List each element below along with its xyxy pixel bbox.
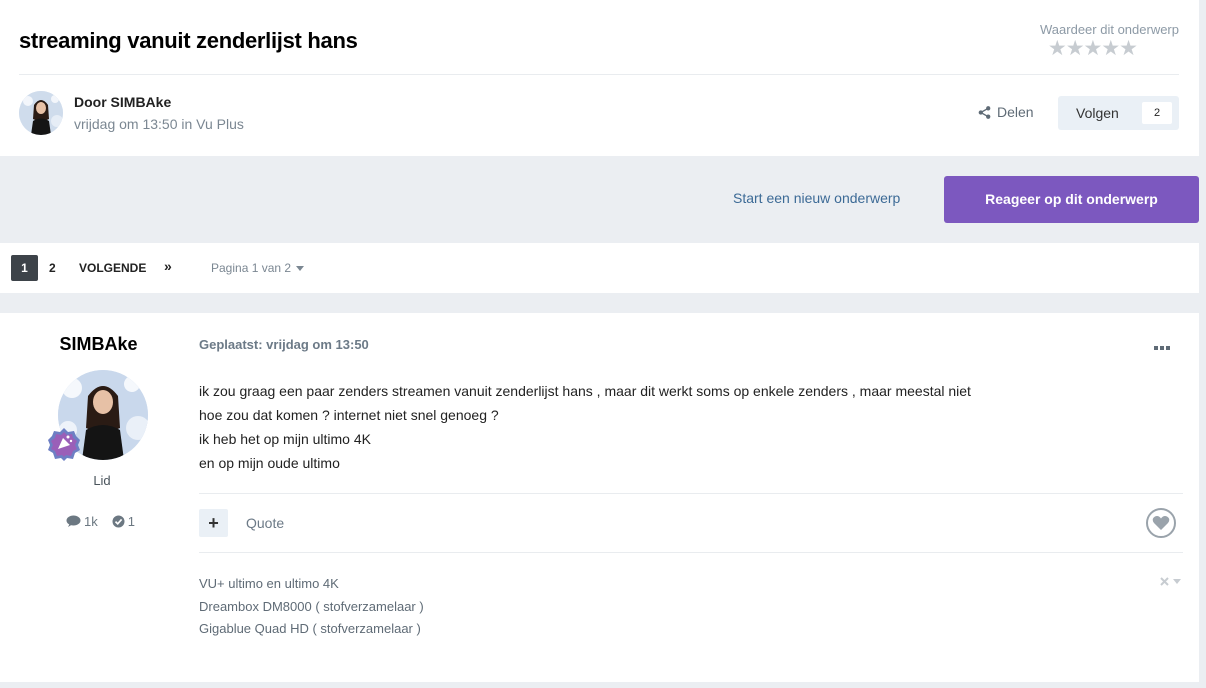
divider xyxy=(199,493,1183,494)
react-button[interactable] xyxy=(1146,508,1176,538)
star-icon[interactable]: ★ xyxy=(1101,38,1120,59)
follow-label: Volgen xyxy=(1076,105,1119,121)
chevron-down-icon xyxy=(296,265,305,271)
rank-badge-icon xyxy=(48,428,80,461)
multiquote-button[interactable]: + xyxy=(199,509,228,537)
post-paragraph: hoe zou dat komen ? internet niet snel g… xyxy=(199,407,499,423)
share-button[interactable]: Delen xyxy=(978,104,1034,120)
ellipsis-icon[interactable] xyxy=(1154,338,1170,354)
post: SIMBAke Lid 1k 1 Geplaatst: vrijdag om 1… xyxy=(0,313,1199,682)
last-page-link[interactable]: » xyxy=(164,258,172,274)
more-options-dots xyxy=(1154,346,1170,350)
quote-button[interactable]: Quote xyxy=(246,515,284,531)
topic-header: streaming vanuit zenderlijst hans Waarde… xyxy=(0,0,1199,156)
post-paragraph: ik zou graag een paar zenders streamen v… xyxy=(199,383,971,399)
plus-icon: + xyxy=(208,513,219,533)
check-circle-icon xyxy=(112,515,125,528)
follow-button[interactable]: Volgen 2 xyxy=(1058,96,1179,130)
divider xyxy=(19,74,1179,75)
follow-count-badge: 2 xyxy=(1142,102,1172,124)
reputation-count: 1 xyxy=(127,514,135,529)
rating-label: Waardeer dit onderwerp xyxy=(1040,22,1179,37)
comment-icon xyxy=(66,515,81,527)
page-jump-dropdown[interactable]: Pagina 1 van 2 xyxy=(211,261,305,275)
post-paragraph: ik heb het op mijn ultimo 4K xyxy=(199,431,371,447)
signature-line: Dreambox DM8000 ( stofverzamelaar ) xyxy=(199,598,424,614)
signature-line: VU+ ultimo en ultimo 4K xyxy=(199,576,339,591)
signature: VU+ ultimo en ultimo 4K Dreambox DM8000 … xyxy=(199,573,424,641)
post-author-name[interactable]: SIMBAke xyxy=(0,334,197,355)
share-icon xyxy=(978,105,991,119)
page-1-current[interactable]: 1 xyxy=(11,255,38,281)
avatar[interactable] xyxy=(19,91,63,135)
post-paragraph: en op mijn oude ultimo xyxy=(199,455,340,471)
pagination: 1 2 VOLGENDE » Pagina 1 van 2 xyxy=(0,243,1199,293)
member-group-label: Lid xyxy=(93,473,111,488)
start-new-topic-link[interactable]: Start een nieuw onderwerp xyxy=(733,190,900,206)
page-of-label: Pagina 1 van 2 xyxy=(211,261,292,275)
star-icon[interactable]: ★ xyxy=(1066,38,1085,59)
reply-button[interactable]: Reageer op dit onderwerp xyxy=(944,176,1199,223)
star-icon[interactable]: ★ xyxy=(1119,38,1138,59)
rating-stars[interactable]: ★ ★ ★ ★ ★ xyxy=(1048,38,1138,59)
heart-icon xyxy=(1152,516,1170,530)
post-date[interactable]: Geplaatst: vrijdag om 13:50 xyxy=(199,337,369,352)
post-count: 1k xyxy=(84,514,98,529)
chevron-down-icon xyxy=(1173,579,1181,584)
post-content: ik zou graag een paar zenders streamen v… xyxy=(199,379,971,475)
signature-line: Gigablue Quad HD ( stofverzamelaar ) xyxy=(199,621,421,636)
close-icon xyxy=(1160,577,1169,586)
page-2-link[interactable]: 2 xyxy=(49,261,56,275)
page-title: streaming vanuit zenderlijst hans xyxy=(19,28,358,53)
topic-meta: vrijdag om 13:50 in Vu Plus xyxy=(74,116,244,132)
avatar-image xyxy=(19,91,63,135)
share-label: Delen xyxy=(997,104,1034,120)
post-count-stat[interactable]: 1k xyxy=(66,514,98,529)
reputation-stat[interactable]: 1 xyxy=(112,514,135,529)
author-stats: 1k 1 xyxy=(66,514,135,529)
topic-author[interactable]: Door SIMBAke xyxy=(74,94,171,110)
signature-options[interactable] xyxy=(1160,577,1181,586)
star-icon[interactable]: ★ xyxy=(1084,38,1103,59)
divider xyxy=(199,552,1183,553)
next-page-link[interactable]: VOLGENDE xyxy=(79,261,146,275)
star-icon[interactable]: ★ xyxy=(1048,38,1067,59)
